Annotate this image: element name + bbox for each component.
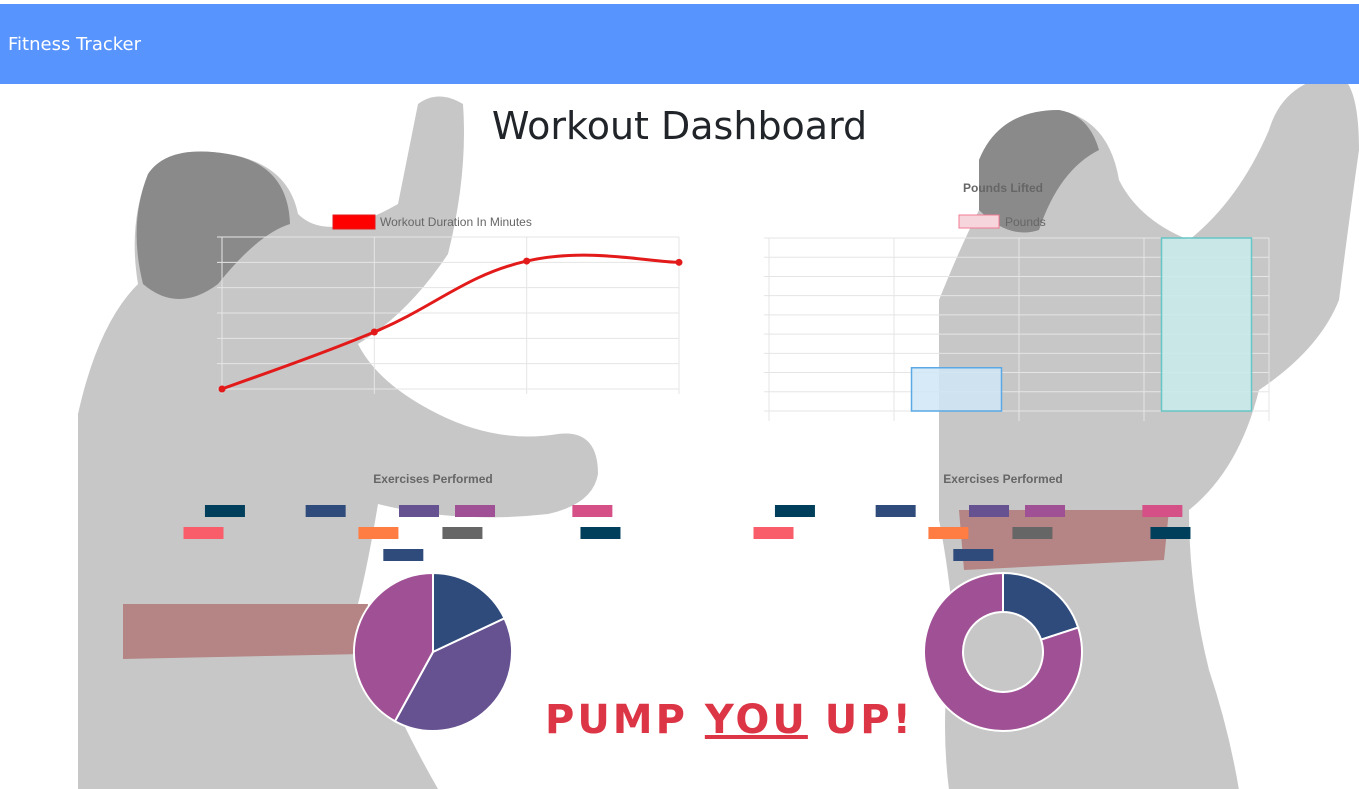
exercises-doughnut-legend-swatch [1025, 505, 1066, 517]
navbar: Fitness Tracker [0, 4, 1359, 84]
exercises-doughnut-legend [753, 505, 1191, 561]
exercises-pie-legend-swatch [580, 527, 621, 539]
duration-legend-swatch [332, 214, 376, 230]
pounds-bars [910, 237, 1253, 412]
brand-link[interactable]: Fitness Tracker [8, 34, 141, 55]
duration-data-point [218, 385, 226, 393]
duration-data-point [675, 258, 683, 266]
exercises-pie-legend-swatch [572, 505, 613, 517]
slogan: PUMP YOU UP! [545, 697, 914, 743]
exercises-pie-legend-swatch [204, 505, 245, 517]
exercises-doughnut-legend-swatch [969, 505, 1010, 517]
duration-legend[interactable]: Workout Duration In Minutes [332, 214, 532, 230]
page-title: Workout Dashboard [491, 104, 868, 148]
duration-grid [217, 236, 680, 394]
exercises-pie-legend-swatch [383, 549, 424, 561]
exercises-pie-legend [183, 505, 621, 561]
pounds-bar [910, 367, 1003, 412]
duration-line-chart: Workout Duration In Minutes [217, 214, 683, 394]
exercises-doughnut-slices [923, 571, 1083, 732]
exercises-pie-chart: Exercises Performed [183, 472, 621, 732]
exercises-doughnut-title: Exercises Performed [943, 472, 1062, 486]
exercises-pie-slices [353, 571, 513, 732]
slogan-part3: UP! [807, 697, 914, 743]
exercises-pie-legend-swatch [358, 527, 399, 539]
exercises-doughnut-legend-swatch [753, 527, 794, 539]
exercises-doughnut-legend-swatch [1142, 505, 1183, 517]
pounds-bar [1160, 237, 1253, 412]
exercises-doughnut-legend-swatch [928, 527, 969, 539]
exercises-doughnut-chart: Exercises Performed [753, 472, 1191, 732]
duration-series-line [221, 253, 680, 391]
slogan-part2: YOU [704, 697, 808, 743]
exercises-doughnut-legend-swatch [953, 549, 994, 561]
pounds-bar-chart: Pounds Lifted Pounds [764, 181, 1270, 421]
duration-data-point [370, 328, 378, 336]
exercises-pie-legend-swatch [442, 527, 483, 539]
exercises-doughnut-legend-swatch [1150, 527, 1191, 539]
exercises-pie-legend-swatch [305, 505, 346, 517]
pounds-chart-title: Pounds Lifted [963, 181, 1043, 195]
exercises-pie-legend-swatch [183, 527, 224, 539]
pounds-legend[interactable]: Pounds [958, 214, 1046, 229]
exercises-doughnut-legend-swatch [875, 505, 916, 517]
slogan-part1: PUMP [545, 697, 705, 743]
exercises-doughnut-legend-swatch [774, 505, 815, 517]
duration-points [218, 257, 683, 393]
duration-data-point [523, 257, 531, 265]
duration-legend-label: Workout Duration In Minutes [380, 215, 532, 229]
pounds-legend-swatch [958, 214, 1000, 229]
exercises-pie-title: Exercises Performed [373, 472, 492, 486]
exercises-doughnut-slice [1002, 571, 1080, 641]
pounds-legend-label: Pounds [1005, 215, 1046, 229]
exercises-pie-legend-swatch [399, 505, 440, 517]
exercises-doughnut-legend-swatch [1012, 527, 1053, 539]
exercises-pie-legend-swatch [455, 505, 496, 517]
